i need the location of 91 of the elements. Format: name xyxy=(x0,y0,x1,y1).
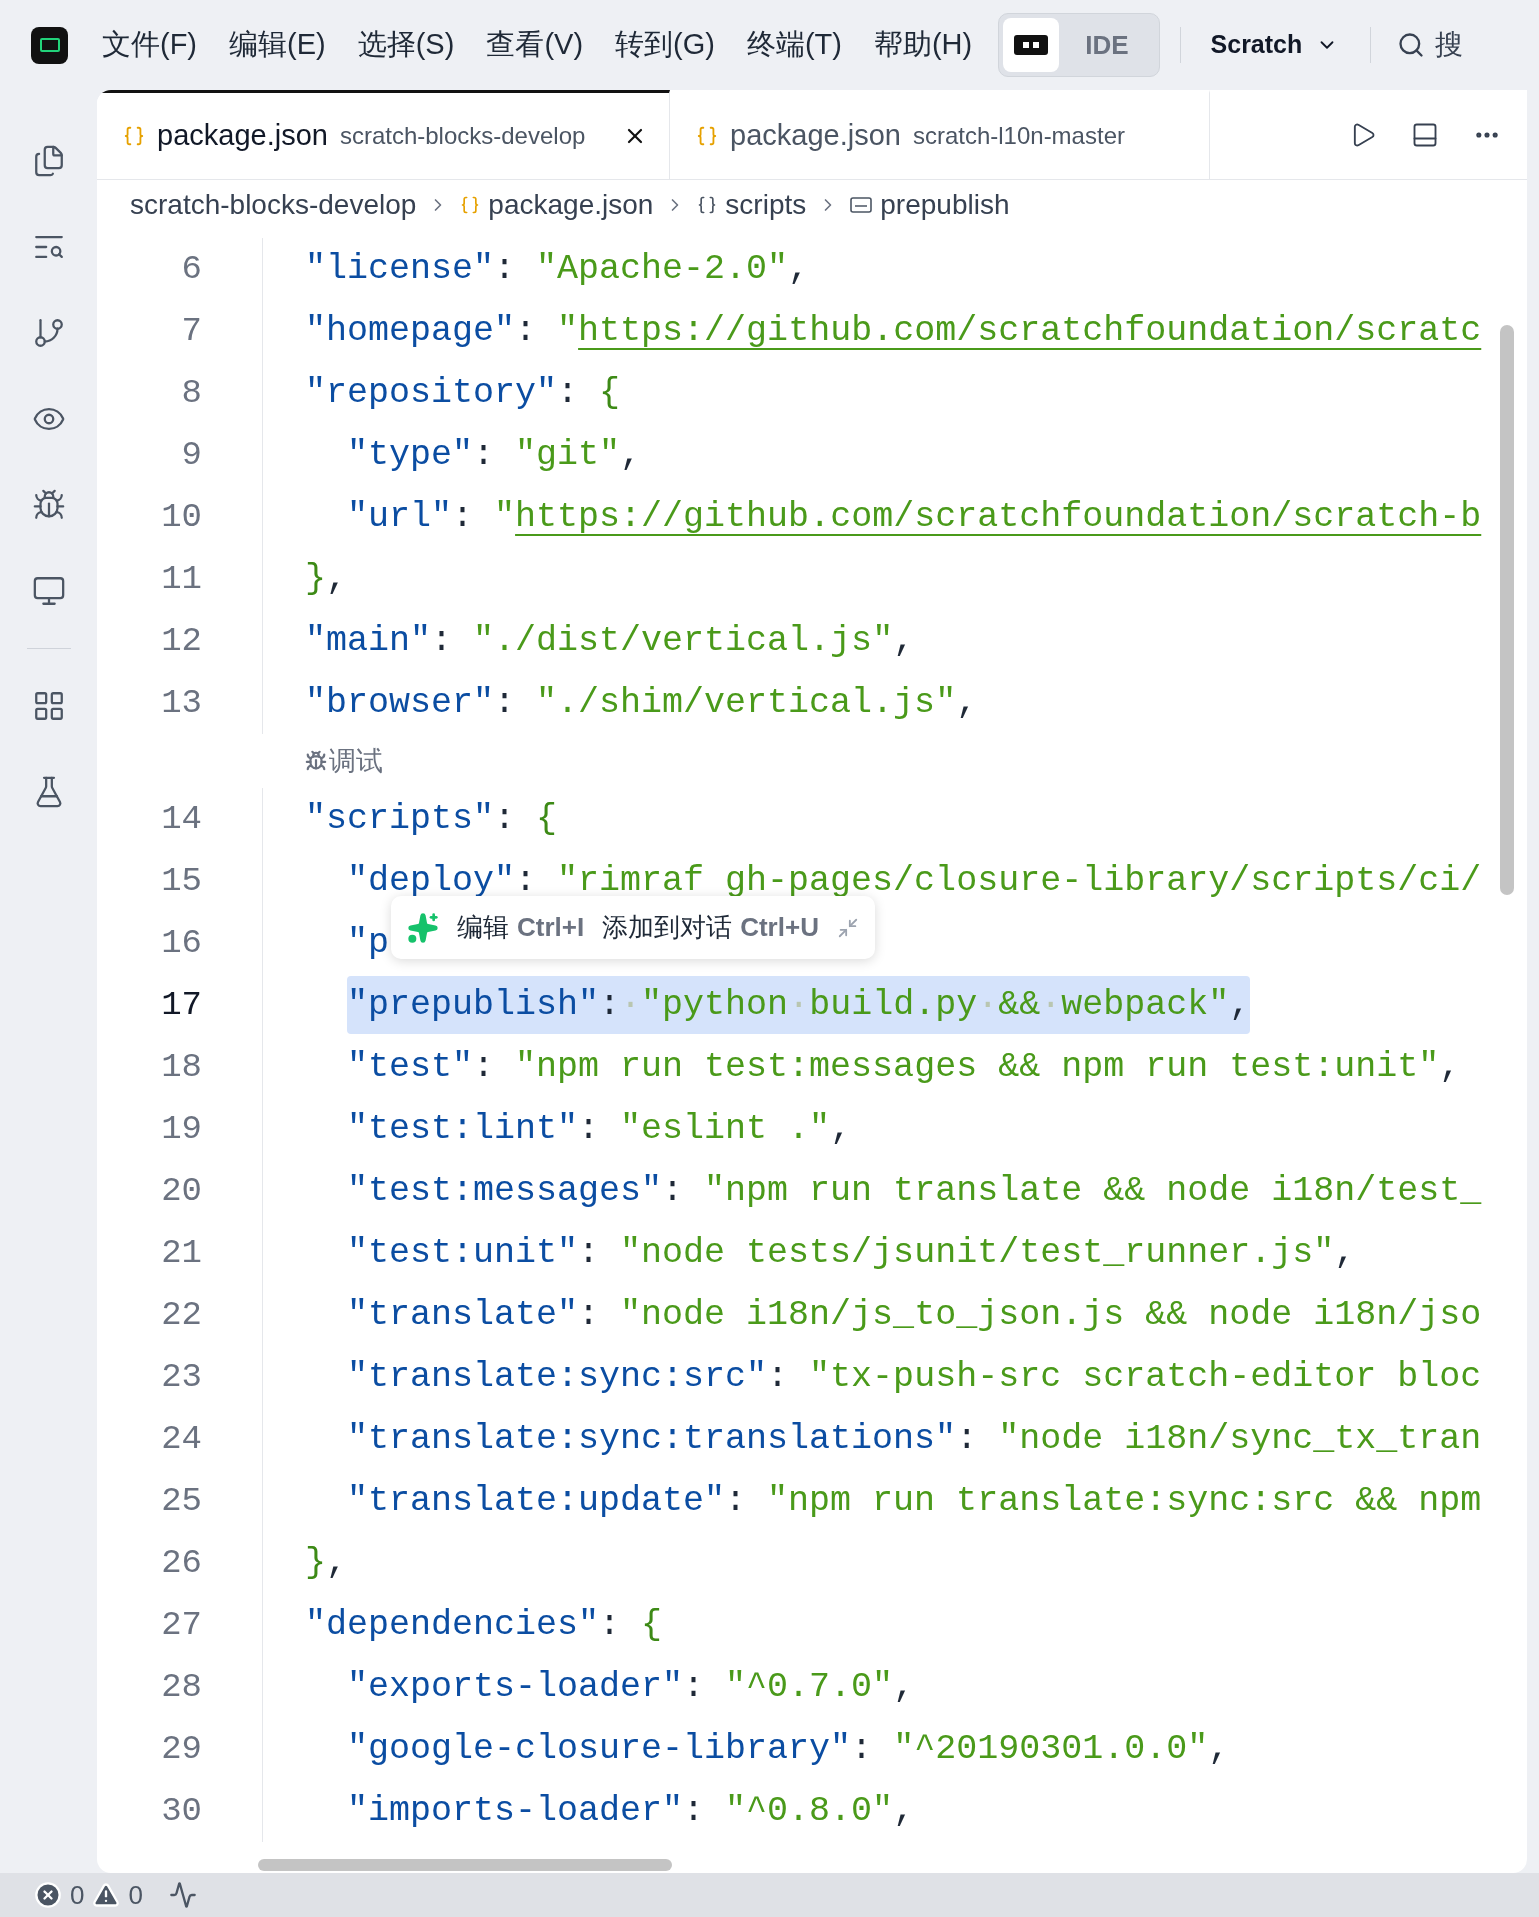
breadcrumb-item[interactable]: prepublish xyxy=(880,184,1010,226)
line-number: 24 xyxy=(160,1418,202,1460)
menu-item[interactable]: 帮助(H) xyxy=(873,23,973,67)
line-number: 11 xyxy=(160,558,202,600)
line-number: 22 xyxy=(160,1294,202,1336)
line-number: 7 xyxy=(180,310,202,352)
code-line: "type": "git", xyxy=(347,434,642,477)
line-number: 17 xyxy=(160,984,202,1026)
ide-mode-icon[interactable] xyxy=(1003,18,1060,72)
warning-icon[interactable] xyxy=(92,1881,121,1909)
menu-item[interactable]: 转到(G) xyxy=(615,23,715,67)
line-number: 28 xyxy=(160,1666,202,1708)
breadcrumb-item[interactable]: scripts xyxy=(725,184,807,226)
line-number: 14 xyxy=(160,798,202,840)
code-line: "translate:sync:translations": "node i18n/sync_tx_tran xyxy=(347,1418,1482,1461)
object-icon xyxy=(697,195,718,215)
menu-item[interactable]: 查看(V) xyxy=(486,23,584,67)
breadcrumb-item[interactable]: package.json xyxy=(488,184,654,226)
code-line: "p xyxy=(347,922,390,965)
line-number: 13 xyxy=(160,682,202,724)
bug-icon[interactable] xyxy=(31,488,66,522)
mode-switch[interactable]: IDE xyxy=(998,13,1160,77)
tab-description: scratch-blocks-develop xyxy=(339,121,586,151)
line-number: 6 xyxy=(180,248,202,290)
error-icon[interactable] xyxy=(34,1881,62,1909)
json-file-icon xyxy=(460,195,481,215)
code-line: }, xyxy=(305,558,348,601)
line-number: 23 xyxy=(160,1356,202,1398)
line-number: 9 xyxy=(180,434,202,476)
code-line: "test": "npm run test:messages && npm run test:unit", xyxy=(347,1046,1461,1089)
code-line: "dependencies": { xyxy=(305,1604,663,1647)
line-number: 15 xyxy=(160,860,202,902)
code-line: "main": "./dist/vertical.js", xyxy=(305,620,915,663)
menu-item[interactable]: 文件(F) xyxy=(102,23,198,67)
monitor-icon[interactable] xyxy=(31,574,66,608)
line-number: 26 xyxy=(160,1542,202,1584)
code-line: "test:lint": "eslint .", xyxy=(347,1108,852,1151)
debug-codelens[interactable]: 调试 xyxy=(305,740,383,782)
menu-item[interactable]: 终端(T) xyxy=(746,23,842,67)
breadcrumb-item[interactable]: scratch-blocks-develop xyxy=(130,184,417,226)
code-line: "repository": { xyxy=(305,372,621,415)
line-number: 21 xyxy=(160,1232,202,1274)
code-line: "translate": "node i18n/js_to_json.js && node i18n/jso xyxy=(347,1294,1482,1337)
line-number: 12 xyxy=(160,620,202,662)
editor-tab[interactable]: package.json scratch-blocks-develop xyxy=(97,90,670,179)
vertical-scrollbar[interactable] xyxy=(1500,325,1514,895)
menu-item[interactable]: 选择(S) xyxy=(357,23,455,67)
line-number: 8 xyxy=(180,372,202,414)
json-file-icon xyxy=(696,125,718,147)
app-logo-icon[interactable] xyxy=(31,26,68,64)
mode-tab[interactable]: IDE xyxy=(1059,18,1155,72)
search-icon xyxy=(1397,31,1426,59)
code-line: "scripts": { xyxy=(305,798,558,841)
code-line: "exports-loader": "^0.7.0", xyxy=(347,1666,915,1709)
popup-action[interactable]: 编辑 Ctrl+I xyxy=(457,908,585,947)
line-number: 16 xyxy=(160,922,202,964)
code-line: }, xyxy=(305,1542,348,1585)
tab-title: package.json xyxy=(730,118,901,154)
search-field[interactable]: 搜 xyxy=(1397,24,1464,66)
popup-action[interactable]: 添加到对话 Ctrl+U xyxy=(602,908,819,947)
json-file-icon xyxy=(123,125,145,147)
chart-icon[interactable] xyxy=(168,1881,197,1909)
code-line: "google-closure-library": "^20190301.0.0", xyxy=(347,1728,1230,1771)
code-line: "translate:update": "npm run translate:sync:src && npm xyxy=(347,1480,1482,1523)
code-line: "url": "https://github.com/scratchfoundation/scratch-b xyxy=(347,496,1482,539)
line-number: 29 xyxy=(160,1728,202,1770)
sparkle-icon xyxy=(407,911,439,944)
tab-description: scratch-l10n-master xyxy=(912,121,1125,151)
line-number: 18 xyxy=(160,1046,202,1088)
warning-count[interactable]: 0 xyxy=(128,1875,143,1915)
tab-title: package.json xyxy=(157,118,328,154)
code-line: "deploy": "rimraf gh-pages/closure-library/scripts/ci/ xyxy=(347,860,1482,903)
code-line: "license": "Apache-2.0", xyxy=(305,248,810,291)
line-number: 19 xyxy=(160,1108,202,1150)
menu-item[interactable]: 编辑(E) xyxy=(229,23,326,67)
code-line: "imports-loader": "^0.8.0", xyxy=(347,1790,915,1833)
error-count[interactable]: 0 xyxy=(70,1875,85,1915)
line-number: 20 xyxy=(160,1170,202,1212)
line-number: 27 xyxy=(160,1604,202,1646)
bug-icon xyxy=(305,750,327,772)
line-number: 30 xyxy=(160,1790,202,1832)
horizontal-scrollbar[interactable] xyxy=(258,1859,672,1871)
string-icon xyxy=(850,197,873,213)
project-dropdown[interactable]: Scratch xyxy=(1210,26,1339,64)
code-line: "browser": "./shim/vertical.js", xyxy=(305,682,978,725)
code-line: "homepage": "https://github.com/scratchfoundation/scratc xyxy=(305,310,1482,353)
line-number: 25 xyxy=(160,1480,202,1522)
code-line: "test:messages": "npm run translate && node i18n/test_ xyxy=(347,1170,1482,1213)
code-line: "translate:sync:src": "tx-push-src scratch-editor bloc xyxy=(347,1356,1482,1399)
line-number: 10 xyxy=(160,496,202,538)
code-line: "test:unit": "node tests/jsunit/test_runner.js", xyxy=(347,1232,1356,1275)
